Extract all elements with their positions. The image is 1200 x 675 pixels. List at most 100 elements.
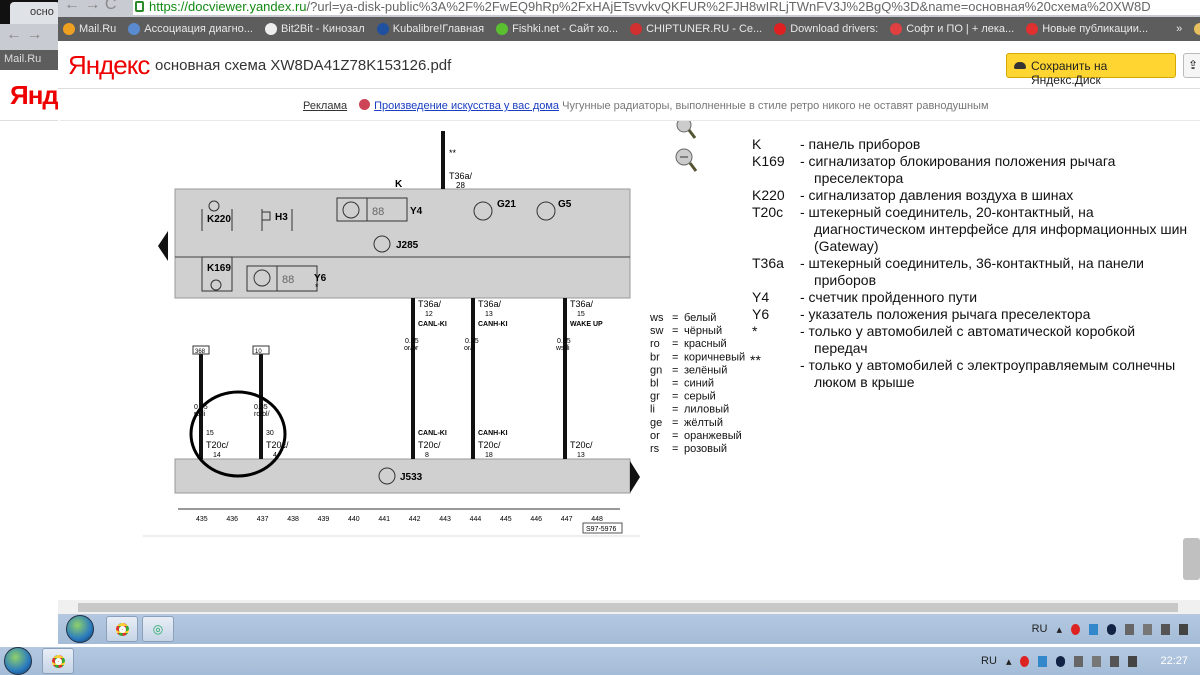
axis-tick-label: 441 — [378, 516, 390, 523]
color-code: gn — [650, 364, 662, 376]
bluetooth-icon[interactable] — [1107, 623, 1116, 635]
network-icon[interactable] — [1089, 623, 1098, 635]
legend-text: (Gateway) — [814, 238, 879, 254]
lang-indicator[interactable]: RU — [1032, 623, 1048, 635]
nav-arrows[interactable]: ← → — [0, 24, 60, 50]
bookmark-mailru[interactable]: Mail.Ru — [0, 50, 60, 70]
bookmark-icon — [376, 23, 389, 35]
tray-arrow-icon[interactable]: ▴ — [1006, 655, 1012, 668]
color-code: ge — [650, 417, 662, 429]
tray-arrow-icon[interactable]: ▴ — [1056, 623, 1062, 636]
wire-pin: 18 — [485, 452, 493, 459]
bookmark-item[interactable]: Kubalibre!Главная — [376, 23, 484, 35]
signal-icon[interactable] — [1110, 655, 1120, 667]
chrome-icon — [51, 654, 65, 668]
bookmark-item[interactable]: » — [1160, 23, 1182, 35]
wire-size: 0.35 — [557, 338, 571, 345]
browser-tab[interactable]: осно — [10, 2, 60, 24]
browser-window: ← → C https://docviewer.yandex.ru/?url=y… — [58, 0, 1200, 648]
flag-icon[interactable] — [1125, 623, 1134, 635]
bookmark-icon — [774, 23, 787, 35]
antivirus-icon[interactable] — [1071, 623, 1080, 635]
scroll-thumb[interactable] — [78, 603, 1178, 612]
taskbar-chrome[interactable] — [42, 648, 74, 674]
axis-tick-label: 438 — [287, 516, 299, 523]
taskbar-chrome[interactable] — [106, 616, 138, 642]
viewer-header: Яндекс основная схема XW8DA41Z78K153126.… — [58, 41, 1200, 89]
lang-indicator[interactable]: RU — [981, 655, 997, 667]
color-name: красный — [684, 338, 727, 350]
network-icon[interactable] — [1038, 655, 1048, 667]
wire-pin: 15 — [206, 430, 214, 437]
bookmark-label: » — [1176, 23, 1183, 35]
equals-sign: = — [672, 325, 678, 337]
ref-number: 368 — [195, 349, 206, 355]
save-to-disk-button[interactable]: Сохранить на Яндекс.Диск — [1006, 53, 1176, 87]
axis-tick-label: 440 — [348, 516, 360, 523]
url-host: https://docviewer.yandex.ru — [149, 0, 307, 14]
bookmark-label: Новые публикации... — [1042, 23, 1149, 35]
bookmark-label: Mail.Ru — [79, 23, 117, 35]
equals-sign: = — [672, 351, 678, 363]
ad-label[interactable]: Реклама — [303, 100, 347, 112]
bookmark-label: Софт и ПО | + лека... — [906, 23, 1015, 35]
bookmark-item[interactable]: Fishki.net - Сайт хо... — [496, 23, 618, 35]
signal-icon[interactable] — [1161, 623, 1170, 635]
volume-icon[interactable] — [1179, 623, 1188, 635]
system-tray: RU ▴ 22:27 — [981, 655, 1200, 668]
legend-text: - счетчик пройденного пути — [800, 289, 977, 305]
next-page-arrow[interactable] — [630, 461, 640, 493]
wire-pin: 13 — [577, 452, 585, 459]
address-row: ← → C https://docviewer.yandex.ru/?url=y… — [58, 0, 1200, 17]
wire-pin: 13 — [485, 311, 493, 318]
ad-text: Чугунные радиаторы, выполненные в стиле … — [562, 100, 989, 112]
url-bar[interactable]: https://docviewer.yandex.ru/?url=ya-disk… — [133, 0, 1200, 15]
ad-link[interactable]: Произведение искусства у вас дома — [374, 100, 559, 112]
bookmark-item[interactable]: Bit2Bit - Кинозал — [264, 23, 365, 35]
legend-text: диагностическом интерфейсе для информаци… — [814, 221, 1187, 237]
equals-sign: = — [672, 364, 678, 376]
yandex-logo[interactable]: Яндекс — [68, 50, 150, 81]
bookmark-item[interactable]: Ассоциация диагно... — [128, 23, 253, 35]
bookmark-item[interactable]: Други — [1194, 23, 1200, 35]
bookmark-icon — [496, 23, 509, 35]
bluetooth-icon[interactable] — [1056, 655, 1066, 667]
wire-connector: T20c/ — [206, 440, 229, 450]
color-name: белый — [684, 312, 716, 324]
lock-icon — [135, 1, 144, 12]
color-code: or — [650, 430, 660, 442]
zoom-in-icon[interactable] — [676, 117, 697, 139]
axis-tick-label: 445 — [500, 516, 512, 523]
legend-code: Y4 — [752, 289, 769, 305]
bookmark-icon — [128, 23, 141, 35]
share-icon[interactable]: ⇪ — [1183, 53, 1200, 78]
taskbar-app[interactable]: ◎ — [142, 616, 174, 642]
power-icon[interactable] — [1092, 655, 1102, 667]
bookmark-item[interactable]: CHIPTUNER.RU - Се... — [630, 23, 762, 35]
wire-size: 0.35 — [254, 404, 268, 411]
bookmark-item[interactable]: Download drivers: — [774, 23, 878, 35]
nav-buttons[interactable]: ← → C — [64, 0, 116, 14]
color-name: лиловый — [684, 404, 729, 416]
bookmark-icon — [890, 23, 903, 35]
vertical-scroll-thumb[interactable] — [1183, 538, 1200, 580]
zoom-out-icon[interactable] — [675, 148, 698, 172]
power-icon[interactable] — [1143, 623, 1152, 635]
start-button[interactable] — [66, 615, 94, 643]
start-button[interactable] — [4, 647, 32, 675]
bookmark-item[interactable]: Новые публикации... — [1026, 23, 1148, 35]
legend-code: K — [752, 136, 762, 152]
antivirus-icon[interactable] — [1020, 655, 1030, 667]
prev-page-arrow[interactable] — [158, 231, 168, 261]
clock[interactable]: 22:27 — [1160, 655, 1188, 667]
volume-icon[interactable] — [1128, 655, 1138, 667]
legend-code: K220 — [752, 187, 785, 203]
bookmark-item[interactable]: Софт и ПО | + лека... — [890, 23, 1014, 35]
label-h3: H3 — [275, 212, 288, 223]
background-browser-window: осно ← → Mail.Ru Янде — [0, 0, 72, 675]
diagram-code: S97-5976 — [586, 526, 616, 533]
color-name: зелёный — [684, 364, 727, 376]
horizontal-scrollbar[interactable] — [58, 600, 1200, 614]
bookmark-item[interactable]: Mail.Ru — [63, 23, 116, 35]
flag-icon[interactable] — [1074, 655, 1084, 667]
